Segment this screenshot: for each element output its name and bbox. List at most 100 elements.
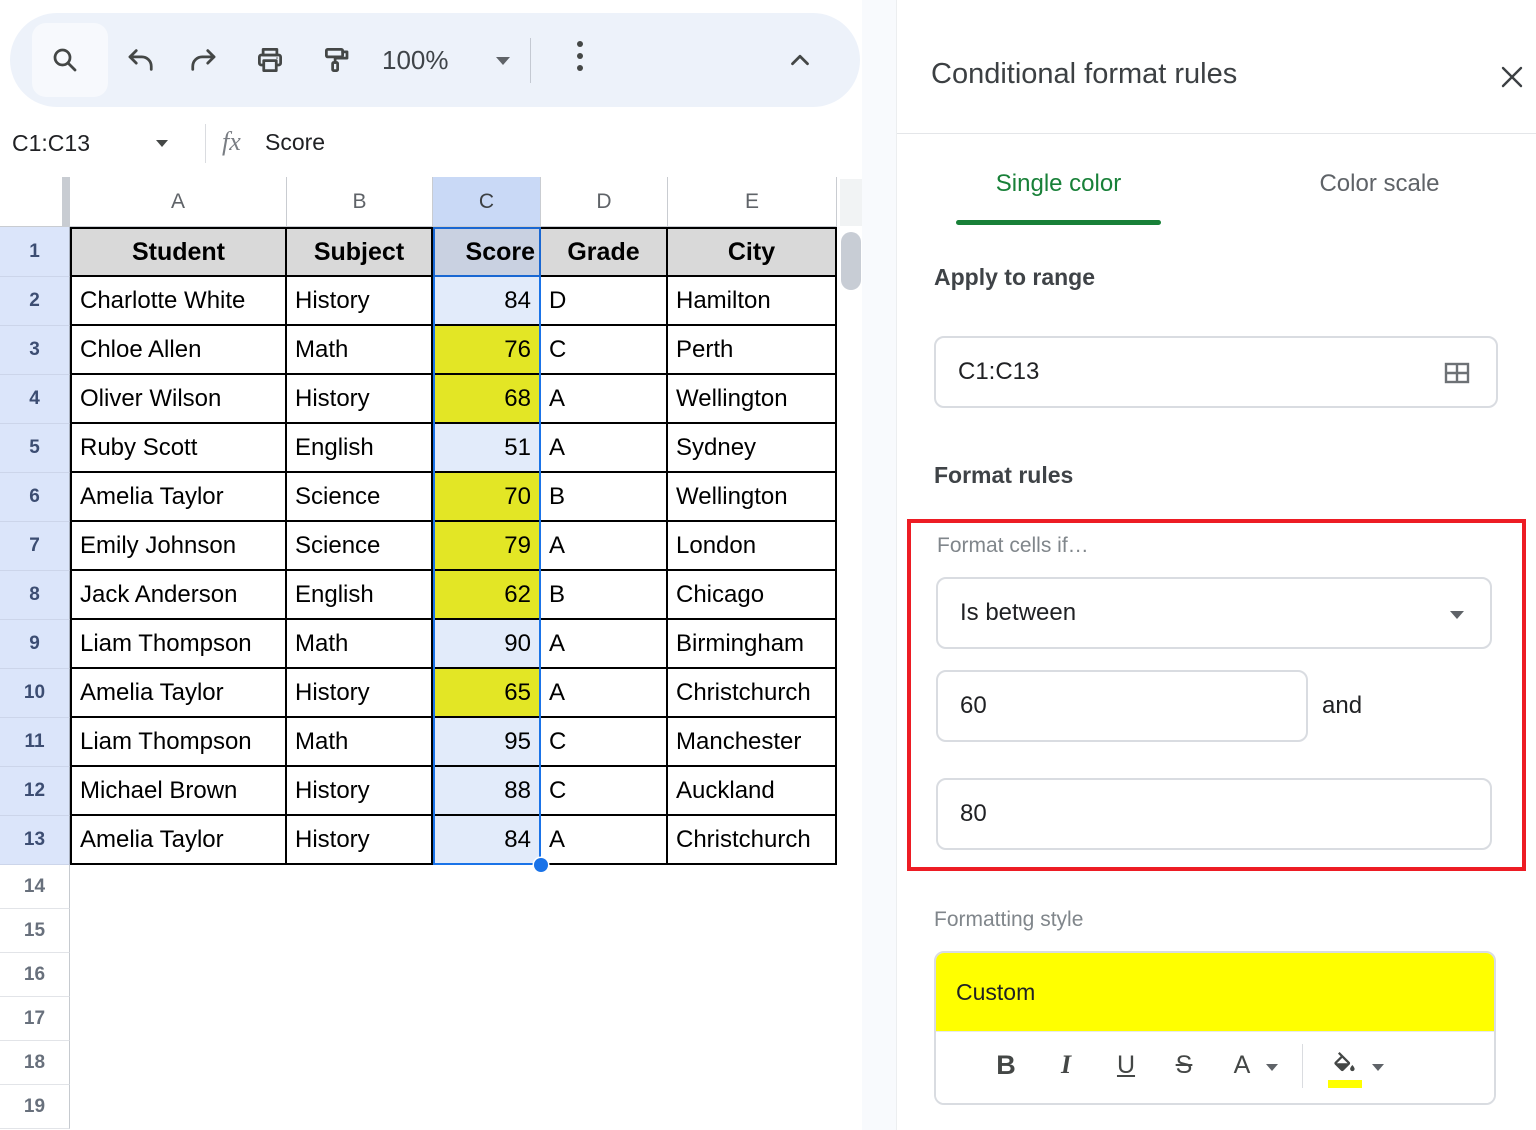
row-header-14[interactable]: 14: [0, 865, 70, 909]
row-header-3[interactable]: 3: [0, 326, 70, 375]
cell[interactable]: Science: [287, 522, 433, 571]
name-box[interactable]: C1:C13: [12, 110, 90, 176]
column-header-C[interactable]: C: [433, 177, 541, 227]
italic-button[interactable]: I: [1046, 1032, 1086, 1098]
row-header-19[interactable]: 19: [0, 1085, 70, 1129]
collapse-toolbar-icon[interactable]: [785, 45, 815, 75]
column-header-D[interactable]: D: [541, 177, 668, 227]
row-header-11[interactable]: 11: [0, 718, 70, 767]
cell[interactable]: A: [541, 522, 668, 571]
column-header-E[interactable]: E: [668, 177, 837, 227]
cell[interactable]: C: [541, 718, 668, 767]
cell[interactable]: B: [541, 571, 668, 620]
underline-button[interactable]: U: [1106, 1032, 1146, 1098]
cell[interactable]: Math: [287, 620, 433, 669]
row-header-8[interactable]: 8: [0, 571, 70, 620]
apply-range-input[interactable]: C1:C13: [934, 336, 1498, 408]
search-icon[interactable]: [50, 45, 80, 75]
formula-input[interactable]: Score: [265, 110, 325, 174]
cell[interactable]: English: [287, 424, 433, 473]
cell[interactable]: A: [541, 620, 668, 669]
cell[interactable]: Jack Anderson: [70, 571, 287, 620]
max-value-input[interactable]: 80: [936, 778, 1492, 850]
row-header-7[interactable]: 7: [0, 522, 70, 571]
select-data-range-icon[interactable]: [1442, 358, 1472, 388]
row-header-10[interactable]: 10: [0, 669, 70, 718]
text-color-button[interactable]: A: [1222, 1032, 1262, 1098]
cell[interactable]: Science: [287, 473, 433, 522]
paint-format-icon[interactable]: [322, 45, 352, 75]
row-header-2[interactable]: 2: [0, 277, 70, 326]
cell[interactable]: History: [287, 277, 433, 326]
cell[interactable]: 84: [433, 816, 541, 865]
cell[interactable]: London: [668, 522, 837, 571]
zoom-level[interactable]: 100%: [382, 13, 449, 107]
row-header-1[interactable]: 1: [0, 227, 70, 277]
name-box-caret-icon[interactable]: [156, 140, 168, 147]
cell[interactable]: 68: [433, 375, 541, 424]
undo-icon[interactable]: [125, 45, 155, 75]
row-header-18[interactable]: 18: [0, 1041, 70, 1085]
cell[interactable]: 51: [433, 424, 541, 473]
cell[interactable]: 84: [433, 277, 541, 326]
cell[interactable]: History: [287, 767, 433, 816]
row-header-17[interactable]: 17: [0, 997, 70, 1041]
cell[interactable]: Manchester: [668, 718, 837, 767]
tab-color-scale[interactable]: Color scale: [1277, 170, 1482, 198]
cell[interactable]: 76: [433, 326, 541, 375]
cell[interactable]: Sydney: [668, 424, 837, 473]
row-header-6[interactable]: 6: [0, 473, 70, 522]
cell[interactable]: Birmingham: [668, 620, 837, 669]
cell[interactable]: History: [287, 669, 433, 718]
cell[interactable]: Charlotte White: [70, 277, 287, 326]
cell[interactable]: History: [287, 816, 433, 865]
cell[interactable]: 90: [433, 620, 541, 669]
fill-color-icon[interactable]: [1324, 1032, 1364, 1098]
cell[interactable]: 88: [433, 767, 541, 816]
column-header-B[interactable]: B: [287, 177, 433, 227]
cell[interactable]: 65: [433, 669, 541, 718]
close-icon[interactable]: [1497, 62, 1527, 92]
column-header-A[interactable]: A: [70, 177, 287, 227]
row-header-5[interactable]: 5: [0, 424, 70, 473]
cell[interactable]: Wellington: [668, 473, 837, 522]
cell[interactable]: Student: [70, 227, 287, 277]
cell[interactable]: Amelia Taylor: [70, 669, 287, 718]
cell[interactable]: Christchurch: [668, 669, 837, 718]
cell[interactable]: City: [668, 227, 837, 277]
row-header-9[interactable]: 9: [0, 620, 70, 669]
print-icon[interactable]: [255, 45, 285, 75]
cell[interactable]: Oliver Wilson: [70, 375, 287, 424]
row-header-4[interactable]: 4: [0, 375, 70, 424]
cell[interactable]: B: [541, 473, 668, 522]
cell[interactable]: Emily Johnson: [70, 522, 287, 571]
bold-button[interactable]: B: [986, 1032, 1026, 1098]
cell[interactable]: Wellington: [668, 375, 837, 424]
cell[interactable]: History: [287, 375, 433, 424]
cell[interactable]: Auckland: [668, 767, 837, 816]
scrollbar-thumb[interactable]: [841, 232, 861, 290]
more-options-icon[interactable]: [577, 41, 583, 71]
fill-handle[interactable]: [534, 858, 548, 872]
cell[interactable]: Hamilton: [668, 277, 837, 326]
cell[interactable]: A: [541, 424, 668, 473]
cell[interactable]: A: [541, 669, 668, 718]
fill-color-caret-icon[interactable]: [1372, 1064, 1384, 1071]
cell[interactable]: 95: [433, 718, 541, 767]
cell[interactable]: Chloe Allen: [70, 326, 287, 375]
cell[interactable]: Grade: [541, 227, 668, 277]
cell[interactable]: Liam Thompson: [70, 620, 287, 669]
cell[interactable]: A: [541, 375, 668, 424]
cell[interactable]: Math: [287, 718, 433, 767]
row-header-13[interactable]: 13: [0, 816, 70, 865]
row-header-15[interactable]: 15: [0, 909, 70, 953]
text-color-caret-icon[interactable]: [1266, 1064, 1278, 1071]
cell[interactable]: 62: [433, 571, 541, 620]
cell[interactable]: Score: [433, 227, 541, 277]
zoom-dropdown-caret-icon[interactable]: [496, 57, 510, 65]
tab-single-color[interactable]: Single color: [956, 170, 1161, 198]
strikethrough-button[interactable]: S: [1164, 1032, 1204, 1098]
row-header-12[interactable]: 12: [0, 767, 70, 816]
cell[interactable]: Subject: [287, 227, 433, 277]
cell[interactable]: Michael Brown: [70, 767, 287, 816]
